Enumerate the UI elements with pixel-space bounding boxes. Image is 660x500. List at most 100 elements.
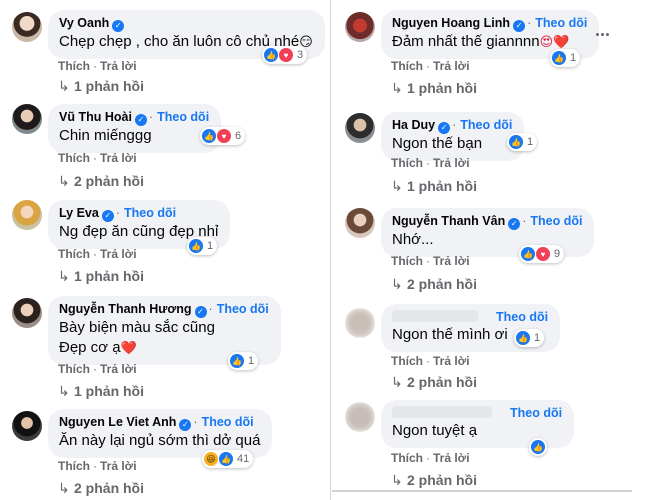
avatar[interactable] bbox=[12, 104, 42, 134]
like-link[interactable]: Thích bbox=[58, 459, 90, 473]
reply-link[interactable]: Trả lời bbox=[433, 156, 470, 170]
verified-badge-icon: ✓ bbox=[513, 20, 526, 32]
view-replies-link[interactable]: ↳ 2 phản hồi bbox=[58, 480, 144, 497]
like-link[interactable]: Thích bbox=[391, 59, 423, 73]
reaction-summary[interactable]: 👍 1 bbox=[507, 133, 538, 151]
avatar-blurred[interactable] bbox=[345, 402, 375, 432]
commenter-name[interactable]: Vy Oanh bbox=[59, 16, 109, 30]
avatar[interactable] bbox=[12, 298, 42, 328]
avatar[interactable] bbox=[12, 200, 42, 230]
avatar[interactable] bbox=[12, 12, 42, 42]
follow-link[interactable]: Theo dõi bbox=[217, 302, 269, 316]
view-replies-link[interactable]: ↳ 2 phản hồi bbox=[391, 472, 477, 489]
reply-arrow-icon: ↳ bbox=[391, 276, 403, 292]
separator-dot: · bbox=[426, 59, 430, 73]
reply-arrow-icon: ↳ bbox=[391, 80, 403, 96]
commenter-name[interactable]: Nguyễn Thanh Vân bbox=[392, 214, 505, 228]
verified-badge-icon: ✓ bbox=[508, 218, 521, 230]
reaction-summary[interactable]: 👍 ♥ 3 bbox=[262, 46, 308, 64]
commenter-name[interactable]: Ha Duy bbox=[392, 118, 435, 132]
separator-dot: · bbox=[93, 247, 97, 261]
like-link[interactable]: Thích bbox=[391, 354, 423, 368]
like-link[interactable]: Thích bbox=[391, 156, 423, 170]
verified-badge-icon: ✓ bbox=[134, 114, 147, 126]
follow-link[interactable]: Theo dõi bbox=[535, 16, 587, 30]
commenter-name[interactable]: Nguyễn Thanh Hương bbox=[59, 302, 192, 316]
avatar[interactable] bbox=[345, 12, 375, 42]
view-replies-link[interactable]: ↳ 1 phản hồi bbox=[391, 80, 477, 97]
love-reaction-icon: ♥ bbox=[217, 129, 231, 143]
reply-link[interactable]: Trả lời bbox=[100, 59, 137, 73]
reply-link[interactable]: Trả lời bbox=[433, 254, 470, 268]
comment-actions: Thích · Trả lời bbox=[58, 247, 137, 261]
commenter-name[interactable]: Ly Eva bbox=[59, 206, 99, 220]
like-reaction-icon: 👍 bbox=[189, 239, 203, 253]
reply-count: 2 phản hồi bbox=[407, 276, 477, 292]
like-reaction-icon: 👍 bbox=[521, 247, 535, 261]
separator-dot: · bbox=[426, 156, 430, 170]
separator-dot: · bbox=[426, 451, 430, 465]
view-replies-link[interactable]: ↳ 1 phản hồi bbox=[391, 178, 477, 195]
reply-link[interactable]: Trả lời bbox=[100, 362, 137, 376]
view-replies-link[interactable]: ↳ 2 phản hồi bbox=[391, 374, 477, 391]
more-options-icon[interactable] bbox=[594, 26, 610, 42]
reply-link[interactable]: Trả lời bbox=[433, 451, 470, 465]
separator-dot: · bbox=[148, 110, 154, 124]
like-link[interactable]: Thích bbox=[58, 59, 90, 73]
reaction-count: 1 bbox=[534, 332, 541, 344]
comment-text: Ăn này lại ngủ sớm thì dở quá bbox=[59, 432, 261, 449]
follow-link[interactable]: Theo dõi bbox=[510, 406, 562, 420]
follow-link[interactable]: Theo dõi bbox=[202, 415, 254, 429]
verified-badge-icon: ✓ bbox=[112, 20, 125, 32]
reaction-summary[interactable]: 👍 ♥ 6 bbox=[200, 127, 246, 145]
reply-link[interactable]: Trả lời bbox=[433, 59, 470, 73]
reaction-summary[interactable]: 👍 1 bbox=[187, 237, 218, 255]
avatar[interactable] bbox=[345, 113, 375, 143]
separator-dot: · bbox=[93, 459, 97, 473]
like-link[interactable]: Thích bbox=[58, 247, 90, 261]
like-link[interactable]: Thích bbox=[391, 451, 423, 465]
reply-link[interactable]: Trả lời bbox=[100, 459, 137, 473]
commenter-name-hidden bbox=[392, 406, 492, 418]
follow-link[interactable]: Theo dõi bbox=[157, 110, 209, 124]
commenter-name[interactable]: Nguyen Le Viet Anh bbox=[59, 415, 176, 429]
view-replies-link[interactable]: ↳ 2 phản hồi bbox=[391, 276, 477, 293]
like-link[interactable]: Thích bbox=[58, 151, 90, 165]
reply-link[interactable]: Trả lời bbox=[100, 247, 137, 261]
avatar[interactable] bbox=[12, 411, 42, 441]
commenter-name[interactable]: Vũ Thu Hoài bbox=[59, 110, 132, 124]
reaction-count: 1 bbox=[570, 52, 577, 64]
commenter-name[interactable]: Nguyen Hoang Linh bbox=[392, 16, 510, 30]
reply-link[interactable]: Trả lời bbox=[100, 151, 137, 165]
reaction-summary[interactable]: 😆 👍 41 bbox=[202, 450, 254, 468]
separator-dot: · bbox=[426, 254, 430, 268]
like-link[interactable]: Thích bbox=[391, 254, 423, 268]
reaction-summary[interactable]: 👍 1 bbox=[514, 329, 545, 347]
view-replies-link[interactable]: ↳ 2 phản hồi bbox=[58, 173, 144, 190]
reaction-summary[interactable]: 👍 ♥ 9 bbox=[519, 245, 565, 263]
reply-link[interactable]: Trả lời bbox=[433, 354, 470, 368]
view-replies-link[interactable]: ↳ 1 phản hồi bbox=[58, 383, 144, 400]
reply-count: 1 phản hồi bbox=[74, 383, 144, 399]
view-replies-link[interactable]: ↳ 1 phản hồi bbox=[58, 78, 144, 95]
avatar-blurred[interactable] bbox=[345, 308, 375, 338]
reaction-summary[interactable]: 👍 1 bbox=[550, 49, 581, 67]
comment-text: Đảm nhất thế giannnn bbox=[392, 33, 540, 50]
comment-actions: Thích · Trả lời bbox=[58, 151, 137, 165]
verified-badge-icon: ✓ bbox=[194, 306, 207, 318]
avatar[interactable] bbox=[345, 208, 375, 238]
separator-dot: · bbox=[93, 59, 97, 73]
reply-arrow-icon: ↳ bbox=[391, 472, 403, 488]
separator-dot: · bbox=[93, 151, 97, 165]
follow-link[interactable]: Theo dõi bbox=[496, 310, 548, 324]
view-replies-link[interactable]: ↳ 1 phản hồi bbox=[58, 268, 144, 285]
follow-link[interactable]: Theo dõi bbox=[460, 118, 512, 132]
follow-link[interactable]: Theo dõi bbox=[530, 214, 582, 228]
reaction-summary[interactable]: 👍 bbox=[529, 438, 547, 456]
reaction-summary[interactable]: 👍 1 bbox=[228, 352, 259, 370]
like-link[interactable]: Thích bbox=[58, 362, 90, 376]
follow-link[interactable]: Theo dõi bbox=[124, 206, 176, 220]
verified-badge-icon: ✓ bbox=[101, 210, 114, 222]
separator-dot: · bbox=[426, 354, 430, 368]
verified-badge-icon: ✓ bbox=[179, 419, 192, 431]
